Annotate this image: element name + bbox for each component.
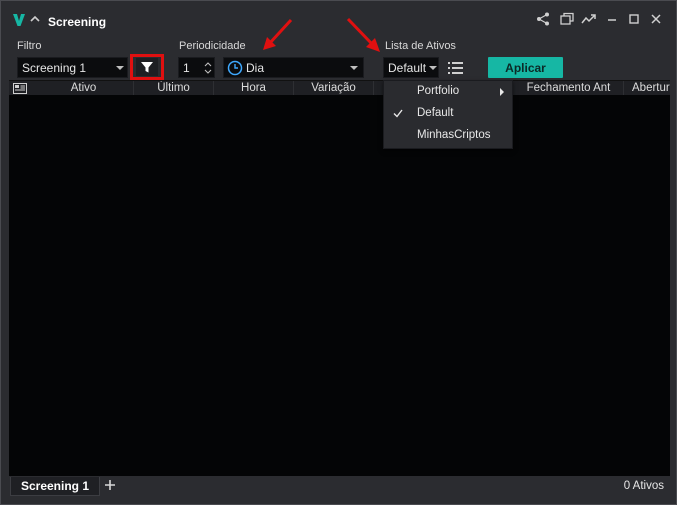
list-icon[interactable]	[447, 60, 464, 76]
add-tab-icon[interactable]	[103, 478, 117, 492]
lista-ativos-menu: Portfolio Default MinhasCriptos	[383, 80, 513, 149]
periodicidade-label: Periodicidade	[179, 40, 246, 52]
maximize-icon[interactable]	[626, 11, 642, 27]
lista-ativos-label: Lista de Ativos	[385, 40, 456, 52]
chevron-down-icon	[429, 66, 437, 70]
annotation-arrow-icon	[263, 18, 293, 50]
window-title: Screening	[48, 15, 107, 29]
chevron-down-icon	[350, 66, 358, 70]
menu-item-default[interactable]: Default	[384, 103, 512, 125]
grid-body	[9, 95, 670, 476]
menu-item-minhascriptos[interactable]: MinhasCriptos	[384, 125, 512, 147]
tab-screening-1[interactable]: Screening 1	[10, 477, 100, 496]
period-number-stepper[interactable]: 1	[178, 57, 215, 78]
minimize-icon[interactable]	[604, 11, 620, 27]
period-unit-select[interactable]: Dia	[223, 57, 364, 78]
grid-header: Ativo Último Hora Variação Fechamento An…	[9, 80, 670, 96]
menu-item-label: MinhasCriptos	[417, 129, 491, 141]
bottom-bar: Screening 1 0 Ativos	[9, 476, 670, 496]
share-icon[interactable]	[535, 11, 551, 27]
menu-item-label: Portfolio	[417, 85, 460, 97]
screening-window: Screening Filtro Periodicidade Lista de …	[0, 0, 677, 505]
stepper-arrows-icon[interactable]	[204, 60, 212, 76]
annotation-arrow-icon	[346, 17, 380, 52]
column-header[interactable]: Variação	[294, 81, 374, 96]
submenu-arrow-icon	[500, 88, 504, 96]
clock-icon	[227, 60, 243, 76]
menu-item-portfolio[interactable]: Portfolio	[384, 81, 512, 103]
logo-v-icon	[13, 14, 25, 26]
filter-button[interactable]	[130, 54, 164, 80]
filtro-select-value: Screening 1	[22, 60, 87, 75]
chart-trend-icon[interactable]	[581, 11, 597, 27]
column-header[interactable]: Abertura	[624, 81, 670, 96]
column-header[interactable]: Hora	[214, 81, 294, 96]
column-header[interactable]: Último	[134, 81, 214, 96]
column-header[interactable]: Fechamento Ant	[514, 81, 624, 96]
filter-icon	[141, 62, 153, 73]
column-header[interactable]: Ativo	[34, 81, 134, 96]
filtro-label: Filtro	[17, 40, 42, 52]
collapse-icon[interactable]	[29, 14, 41, 24]
chevron-down-icon	[116, 66, 124, 70]
check-icon	[393, 109, 403, 118]
lista-ativos-value: Default	[388, 60, 427, 75]
lista-ativos-select[interactable]: Default	[383, 57, 439, 78]
asset-count: 0 Ativos	[623, 480, 664, 492]
period-number-value: 1	[183, 60, 190, 75]
aplicar-button[interactable]: Aplicar	[488, 57, 563, 78]
filtro-select[interactable]: Screening 1	[17, 57, 128, 78]
popout-icon[interactable]	[559, 11, 575, 27]
close-icon[interactable]	[648, 11, 664, 27]
menu-item-label: Default	[417, 107, 454, 119]
grid-settings-icon[interactable]	[13, 83, 27, 94]
title-bar: Screening	[1, 1, 676, 35]
